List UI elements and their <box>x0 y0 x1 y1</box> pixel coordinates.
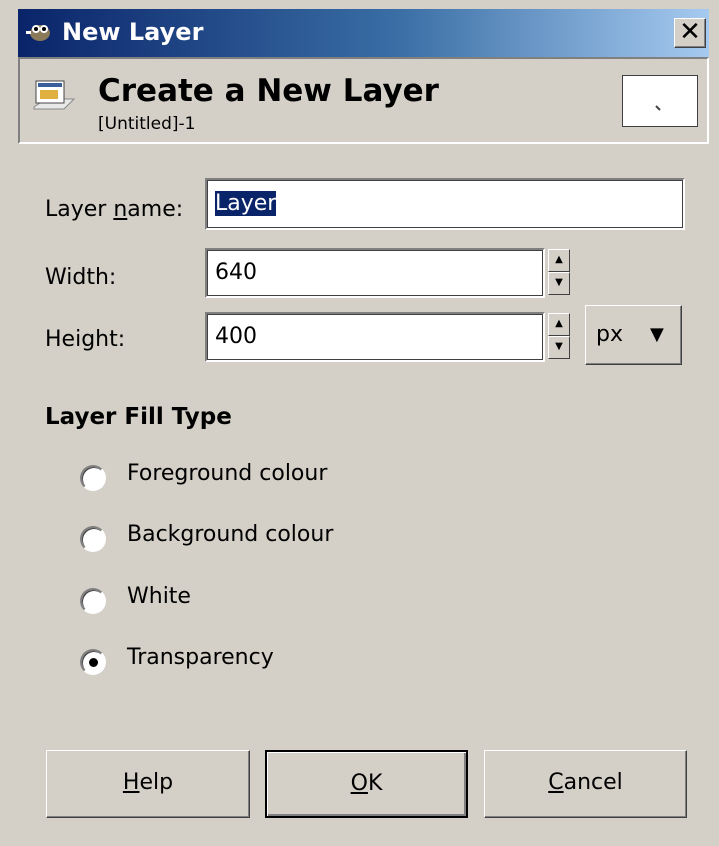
help-button[interactable]: Help <box>46 750 250 818</box>
window-title: New Layer <box>62 18 204 46</box>
title-bar: New Layer ✕ <box>18 9 709 57</box>
width-up-button[interactable]: ▲ <box>548 249 570 272</box>
height-field[interactable]: 400 <box>205 312 545 362</box>
width-value: 640 <box>215 260 257 285</box>
new-layer-icon <box>33 80 76 110</box>
dialog-heading: Create a New Layer <box>98 73 439 109</box>
close-icon: ✕ <box>679 17 701 47</box>
unit-value: px <box>596 322 623 347</box>
gimp-wilber-icon <box>26 25 50 41</box>
image-name: [Untitled]-1 <box>98 114 196 134</box>
width-label: Width: <box>45 265 117 290</box>
preview-mark <box>655 105 661 111</box>
radio-label: Background colour <box>127 522 334 547</box>
ok-button[interactable]: OK <box>265 750 468 818</box>
height-label: Height: <box>45 327 126 352</box>
width-spinner[interactable]: ▲ ▼ <box>548 249 570 297</box>
fill-type-heading: Layer Fill Type <box>45 404 232 430</box>
width-field[interactable]: 640 <box>205 248 545 298</box>
height-spinner[interactable]: ▲ ▼ <box>548 313 570 361</box>
radio-button[interactable] <box>80 588 106 614</box>
radio-button[interactable] <box>80 526 106 552</box>
dialog-header: Create a New Layer [Untitled]-1 <box>18 57 709 144</box>
cancel-button[interactable]: Cancel <box>484 750 687 818</box>
height-down-button[interactable]: ▼ <box>548 336 570 359</box>
radio-dot <box>89 658 98 667</box>
radio-button[interactable] <box>80 465 106 491</box>
radio-label: Foreground colour <box>127 461 328 486</box>
close-button[interactable]: ✕ <box>674 18 706 48</box>
unit-dropdown[interactable]: px ▼ <box>585 305 682 365</box>
height-value: 400 <box>215 324 257 349</box>
layer-preview-thumbnail <box>622 75 698 127</box>
radio-label: White <box>127 584 191 609</box>
radio-label: Transparency <box>127 645 274 670</box>
layer-name-value: Layer <box>215 191 277 216</box>
layer-name-field[interactable]: Layer <box>205 178 685 230</box>
width-down-button[interactable]: ▼ <box>548 272 570 295</box>
radio-button-selected[interactable] <box>80 649 106 675</box>
chevron-down-icon: ▼ <box>650 324 664 345</box>
height-up-button[interactable]: ▲ <box>548 313 570 336</box>
layer-name-label: Layer name: <box>45 197 184 222</box>
